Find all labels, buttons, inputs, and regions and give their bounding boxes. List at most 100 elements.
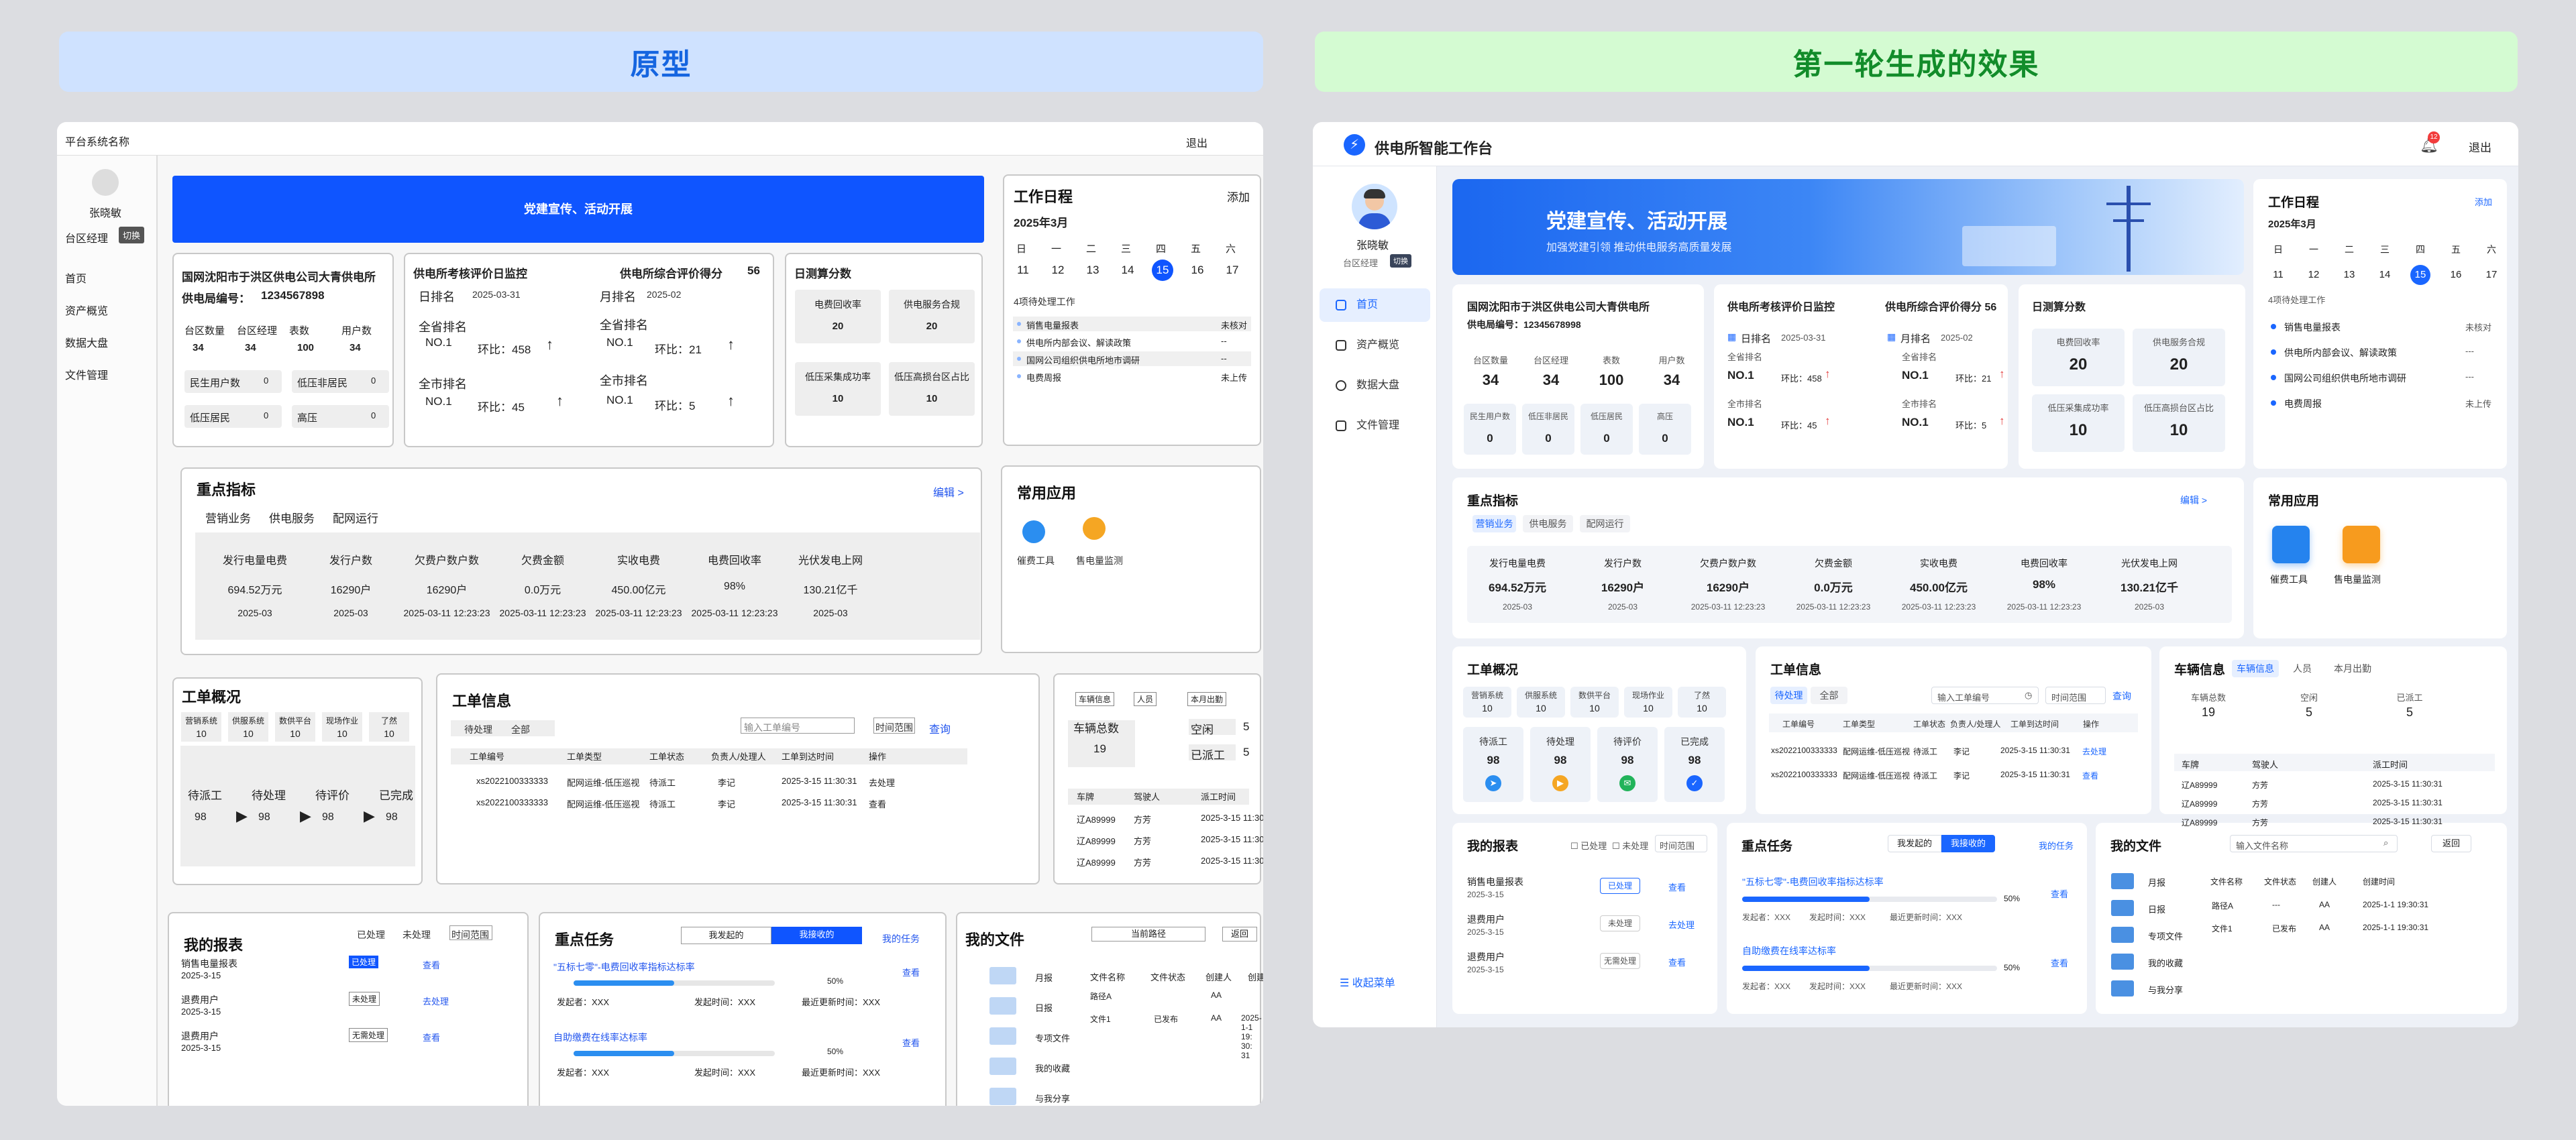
gen-keytask-tab-sent[interactable]: 我发起的 xyxy=(1888,835,1941,852)
folder-chart-icon[interactable] xyxy=(989,997,1016,1015)
proto-menu-assets[interactable]: 资产概览 xyxy=(65,302,108,318)
folder-chart-icon[interactable] xyxy=(2111,873,2134,889)
gen-task-row[interactable]: 供电所内部会议、解读政策 --- xyxy=(2264,342,2496,362)
gen-key-tab-sales[interactable]: 营销业务 xyxy=(1472,515,1516,532)
proto-report-op[interactable]: 查看 xyxy=(423,958,440,971)
proto-menu-dashboard[interactable]: 数据大盘 xyxy=(65,334,108,350)
proto-folder-name[interactable]: 月报 xyxy=(1035,971,1053,984)
folder-chart-icon[interactable] xyxy=(989,1088,1016,1105)
proto-task-row[interactable]: 国网公司组织供电所地市调研 -- xyxy=(1013,351,1251,366)
proto-day[interactable]: 15 xyxy=(1152,260,1173,281)
gen-keytask-op[interactable]: 查看 xyxy=(2051,956,2068,969)
folder-chart-icon[interactable] xyxy=(989,1058,1016,1075)
gen-info-time-range[interactable]: 时间范围 xyxy=(2045,687,2106,704)
proto-switch-button[interactable]: 切换 xyxy=(119,227,145,243)
proto-keytask-op[interactable]: 查看 xyxy=(902,1036,920,1049)
proto-order-sys-box[interactable]: 营销系统 10 xyxy=(181,712,221,742)
gen-day[interactable]: 12 xyxy=(2304,265,2324,285)
gen-order-flow-box[interactable]: 已完成 98 ✓ xyxy=(1664,727,1725,802)
gen-task-row[interactable]: 国网公司组织供电所地市调研 --- xyxy=(2264,367,2496,388)
gen-key-tab-service[interactable]: 供电服务 xyxy=(1523,515,1573,532)
gen-collapse-menu[interactable]: ☰ 收起菜单 xyxy=(1340,974,1395,990)
proto-files-back[interactable]: 返回 xyxy=(1222,927,1257,942)
gen-folder-name[interactable]: 月报 xyxy=(2148,876,2165,889)
gen-day[interactable]: 16 xyxy=(2446,265,2466,285)
gen-folder-name[interactable]: 专项文件 xyxy=(2148,929,2183,942)
gen-folder-name[interactable]: 与我分享 xyxy=(2148,983,2183,996)
gen-order-flow-box[interactable]: 待评价 98 ✉ xyxy=(1597,727,1658,802)
gen-order-flow-box[interactable]: 待处理 98 ▶ xyxy=(1530,727,1591,802)
proto-day[interactable]: 14 xyxy=(1117,260,1138,281)
gen-report-time[interactable]: 时间范围 xyxy=(1655,835,1707,852)
gen-menu-dashboard[interactable]: 数据大盘 xyxy=(1320,369,1430,402)
gen-menu-assets[interactable]: 资产概览 xyxy=(1320,329,1430,362)
proto-logout-button[interactable]: 退出 xyxy=(1186,134,1208,150)
gen-info-action[interactable]: 去处理 xyxy=(2082,746,2106,757)
proto-folder-name[interactable]: 专项文件 xyxy=(1035,1031,1070,1044)
gen-keytask-name[interactable]: "五标七零"-电费回收率指标达标率 xyxy=(1742,875,1884,889)
proto-order-sys-box[interactable]: 数供平台 10 xyxy=(275,712,315,742)
proto-schedule-add[interactable]: 添加 xyxy=(1227,188,1250,205)
proto-app-1[interactable]: 催费工具 xyxy=(1017,554,1055,567)
gen-folder-name[interactable]: 我的收藏 xyxy=(2148,956,2183,969)
proto-vehicle-tab[interactable]: 车辆信息 xyxy=(1075,692,1115,706)
gen-schedule-add[interactable]: 添加 xyxy=(2475,195,2492,208)
proto-order-sys-box[interactable]: 供服系统 10 xyxy=(228,712,268,742)
gen-order-sys-box[interactable]: 供服系统 10 xyxy=(1517,687,1565,718)
gen-order-sys-box[interactable]: 数供平台 10 xyxy=(1570,687,1619,718)
gen-info-action[interactable]: 查看 xyxy=(2082,770,2098,781)
proto-folder-name[interactable]: 我的收藏 xyxy=(1035,1062,1070,1074)
gen-info-search-input[interactable]: 输入工单编号 ◷ xyxy=(1931,687,2039,704)
gen-report-chk-todo[interactable]: ☐ 未处理 xyxy=(1612,839,1648,852)
proto-task-row[interactable]: 销售电量报表 未核对 xyxy=(1013,317,1251,331)
gen-info-tab-all[interactable]: 全部 xyxy=(1811,687,1847,704)
gen-day[interactable]: 15 xyxy=(2410,265,2430,285)
gen-vehicle-tab-info[interactable]: 车辆信息 xyxy=(2232,660,2279,677)
gen-task-row[interactable]: 销售电量报表 未核对 xyxy=(2264,317,2496,337)
gen-key-edit[interactable]: 编辑 > xyxy=(2180,494,2207,507)
proto-info-action[interactable]: 查看 xyxy=(869,797,886,810)
gen-app-2[interactable]: 售电量监测 xyxy=(2334,573,2381,586)
gen-keytask-tab-received[interactable]: 我接收的 xyxy=(1941,835,1995,852)
gen-report-op[interactable]: 去处理 xyxy=(1668,918,1695,931)
proto-day[interactable]: 13 xyxy=(1082,260,1104,281)
gen-switch-button[interactable]: 切换 xyxy=(1390,254,1411,268)
gen-keytask-op[interactable]: 查看 xyxy=(2051,887,2068,900)
proto-app-2[interactable]: 售电量监测 xyxy=(1076,554,1123,567)
sales-monitor-icon[interactable] xyxy=(2343,526,2380,563)
gen-report-chk-done[interactable]: ☐ 已处理 xyxy=(1570,839,1607,852)
gen-report-op[interactable]: 查看 xyxy=(1668,956,1686,968)
folder-chart-icon[interactable] xyxy=(989,1027,1016,1045)
proto-order-sys-box[interactable]: 了然 10 xyxy=(369,712,409,742)
gen-files-search-input[interactable]: 输入文件名称 ⌕ xyxy=(2230,835,2398,852)
proto-keytask-mine[interactable]: 我的任务 xyxy=(882,932,920,946)
gen-key-tab-network[interactable]: 配网运行 xyxy=(1580,515,1630,532)
folder-chart-icon[interactable] xyxy=(989,967,1016,984)
collect-tool-icon[interactable] xyxy=(2272,526,2310,563)
gen-order-sys-box[interactable]: 现场作业 10 xyxy=(1624,687,1672,718)
proto-day[interactable]: 17 xyxy=(1222,260,1243,281)
gen-order-flow-box[interactable]: 待派工 98 ➤ xyxy=(1463,727,1523,802)
proto-folder-name[interactable]: 日报 xyxy=(1035,1001,1053,1014)
gen-day[interactable]: 14 xyxy=(2375,265,2395,285)
folder-chart-icon[interactable] xyxy=(2111,980,2134,996)
gen-task-row[interactable]: 电费周报 未上传 xyxy=(2264,393,2496,413)
gen-day[interactable]: 17 xyxy=(2481,265,2502,285)
collect-tool-icon[interactable] xyxy=(1022,520,1045,543)
proto-info-search-input[interactable]: 输入工单编号 xyxy=(741,718,855,734)
proto-report-op[interactable]: 查看 xyxy=(423,1031,440,1043)
gen-files-back[interactable]: 返回 xyxy=(2431,835,2471,852)
proto-day[interactable]: 16 xyxy=(1187,260,1208,281)
proto-day[interactable]: 12 xyxy=(1047,260,1069,281)
proto-vehicle-tab[interactable]: 本月出勤 xyxy=(1187,692,1227,706)
proto-info-tab-pending[interactable]: 待处理 xyxy=(464,723,492,736)
proto-order-sys-box[interactable]: 现场作业 10 xyxy=(322,712,362,742)
proto-menu-files[interactable]: 文件管理 xyxy=(65,366,108,382)
proto-info-action[interactable]: 去处理 xyxy=(869,776,895,789)
proto-report-chk-done[interactable]: 已处理 xyxy=(357,928,385,942)
proto-task-row[interactable]: 电费周报 未上传 xyxy=(1013,369,1251,384)
proto-menu-home[interactable]: 首页 xyxy=(65,270,87,286)
proto-info-query-button[interactable]: 查询 xyxy=(929,720,951,736)
folder-chart-icon[interactable] xyxy=(2111,954,2134,970)
proto-keytask-tab-sent[interactable]: 我发起的 xyxy=(681,927,771,944)
